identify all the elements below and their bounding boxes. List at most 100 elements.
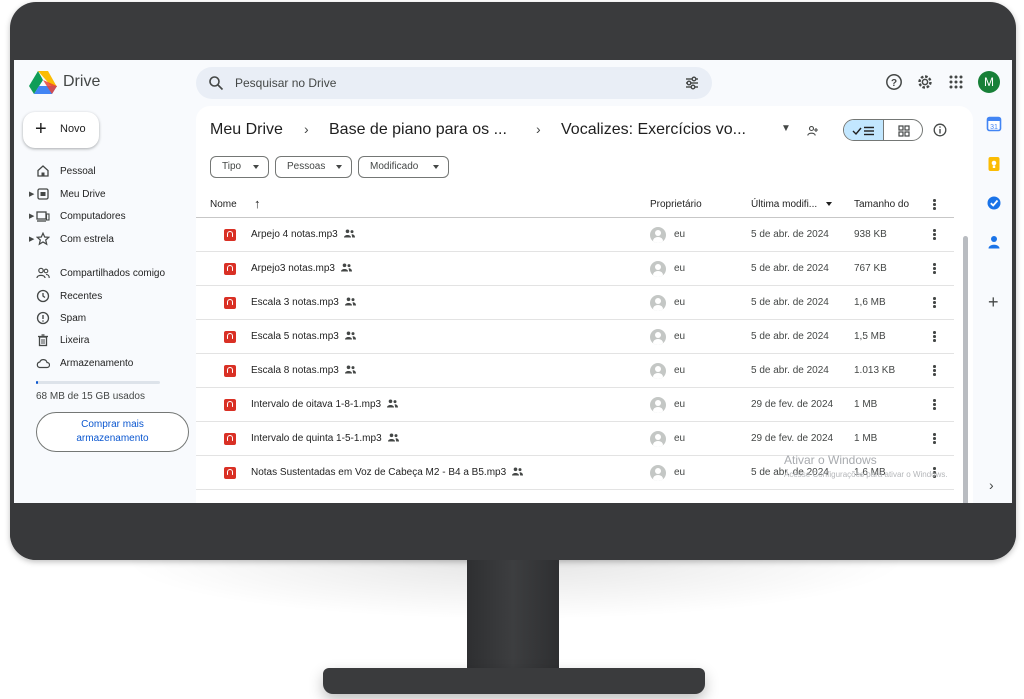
owner-avatar	[650, 431, 666, 447]
table-header: Nome ↑ Proprietário Última modifi... Tam…	[196, 190, 954, 218]
sidebar-item-spam[interactable]: Spam	[26, 309, 196, 329]
owner-name: eu	[674, 467, 686, 478]
folder-menu-arrow-icon[interactable]: ▼	[781, 123, 791, 134]
table-row[interactable]: Arpejo3 notas.mp3 eu 5 de abr. de 2024 767 …	[196, 252, 954, 286]
column-options-kebab-icon[interactable]	[933, 199, 936, 211]
file-name[interactable]: Intervalo de quinta 1-5-1.mp3	[251, 433, 399, 444]
expand-arrow-icon[interactable]: ▶	[29, 235, 34, 243]
table-row[interactable]: Intervalo de oitava 1-8-1.mp3 eu 29 de fev…	[196, 388, 954, 422]
modified-date: 5 de abr. de 2024	[751, 331, 829, 342]
buy-storage-button[interactable]: Comprar mais armazenamento	[36, 412, 189, 452]
sidebar-item-label: Spam	[60, 313, 87, 324]
file-name[interactable]: Notas Sustentadas em Voz de Cabeça M2 - …	[251, 467, 524, 478]
table-row[interactable]: Escala 5 notas.mp3 eu 5 de abr. de 2024 1,5…	[196, 320, 954, 354]
row-actions-kebab-icon[interactable]	[933, 365, 936, 377]
vertical-scrollbar[interactable]	[963, 236, 968, 503]
sidebar-item-meu-drive[interactable]: ▶ Meu Drive	[26, 185, 196, 205]
sort-arrow-down-icon[interactable]	[826, 202, 832, 206]
file-name[interactable]: Escala 8 notas.mp3	[251, 365, 356, 376]
app-name[interactable]: Drive	[63, 73, 100, 91]
sidebar-item-pessoal[interactable]: Pessoal	[26, 162, 196, 182]
share-people-icon[interactable]	[807, 125, 820, 137]
owner-name: eu	[674, 331, 686, 342]
sort-arrow-up-icon[interactable]: ↑	[254, 196, 261, 211]
view-toggle	[843, 119, 923, 141]
list-view-button[interactable]	[844, 120, 884, 140]
audio-file-icon	[224, 331, 236, 343]
audio-file-icon	[224, 229, 236, 241]
table-row[interactable]: Arpejo 4 notas.mp3 eu 5 de abr. de 2024 938…	[196, 218, 954, 252]
shared-people-icon	[343, 229, 355, 238]
column-header-size[interactable]: Tamanho do	[854, 199, 909, 210]
breadcrumb-item-base-piano[interactable]: Base de piano para os ...	[329, 121, 507, 139]
column-header-owner[interactable]: Proprietário	[650, 199, 702, 210]
info-icon[interactable]	[933, 123, 947, 137]
sidebar-item-computadores[interactable]: ▶ Computadores	[26, 207, 196, 227]
table-row[interactable]: Intervalo de quinta 1-5-1.mp3 eu 29 de fev…	[196, 422, 954, 456]
owner-avatar	[650, 227, 666, 243]
modified-date: 5 de abr. de 2024	[751, 297, 829, 308]
grid-view-button[interactable]	[884, 120, 922, 140]
sidebar-item-armazenamento[interactable]: Armazenamento	[26, 354, 196, 374]
computer-icon	[36, 211, 50, 222]
filter-chip-tipo[interactable]: Tipo	[210, 156, 269, 178]
sidebar-item-recentes[interactable]: Recentes	[26, 287, 196, 307]
help-icon[interactable]: ?	[885, 73, 903, 91]
row-actions-kebab-icon[interactable]	[933, 433, 936, 445]
file-name[interactable]: Escala 3 notas.mp3	[251, 297, 356, 308]
file-name[interactable]: Arpejo3 notas.mp3	[251, 263, 352, 274]
shared-people-icon	[344, 331, 356, 340]
search-options-icon[interactable]	[684, 75, 700, 91]
grid-icon	[898, 125, 910, 137]
monitor-stand-neck	[467, 560, 559, 676]
filter-chip-modificado[interactable]: Modificado	[358, 156, 449, 178]
tasks-icon[interactable]	[986, 195, 1002, 211]
cloud-icon	[36, 359, 50, 369]
file-size: 1,5 MB	[854, 331, 886, 342]
settings-gear-icon[interactable]	[916, 73, 934, 91]
search-icon[interactable]	[208, 75, 224, 91]
filter-chip-label: Modificado	[370, 161, 419, 172]
check-list-icon	[852, 126, 874, 136]
file-name[interactable]: Intervalo de oitava 1-8-1.mp3	[251, 399, 399, 410]
table-row[interactable]: Escala 3 notas.mp3 eu 5 de abr. de 2024 1,6…	[196, 286, 954, 320]
filter-chip-pessoas[interactable]: Pessoas	[275, 156, 352, 178]
breadcrumb-item-current-folder[interactable]: Vocalizes: Exercícios vo...	[561, 121, 746, 139]
column-header-modified[interactable]: Última modifi...	[751, 199, 817, 210]
row-actions-kebab-icon[interactable]	[933, 229, 936, 241]
audio-file-icon	[224, 297, 236, 309]
new-button[interactable]: + Novo	[23, 112, 99, 148]
search-bar[interactable]: Pesquisar no Drive	[196, 67, 712, 99]
file-size: 767 KB	[854, 263, 887, 274]
table-row[interactable]: Escala 8 notas.mp3 eu 5 de abr. de 2024 1.0…	[196, 354, 954, 388]
breadcrumb-item-meu-drive[interactable]: Meu Drive	[210, 121, 283, 139]
owner-name: eu	[674, 399, 686, 410]
add-addon-plus-icon[interactable]: +	[988, 293, 999, 311]
audio-file-icon	[224, 263, 236, 275]
file-name[interactable]: Escala 5 notas.mp3	[251, 331, 356, 342]
sidebar-item-lixeira[interactable]: Lixeira	[26, 331, 196, 351]
home-icon	[37, 165, 49, 177]
audio-file-icon	[224, 433, 236, 445]
modified-date: 29 de fev. de 2024	[751, 399, 834, 410]
row-actions-kebab-icon[interactable]	[933, 263, 936, 275]
expand-arrow-icon[interactable]: ▶	[29, 212, 34, 220]
drive-logo-icon[interactable]	[29, 70, 57, 94]
keep-icon[interactable]	[986, 156, 1002, 172]
file-name[interactable]: Arpejo 4 notas.mp3	[251, 229, 355, 240]
column-header-name[interactable]: Nome	[210, 199, 237, 210]
expand-panel-chevron-icon[interactable]: ›	[989, 478, 994, 492]
account-avatar[interactable]: M	[978, 71, 1000, 93]
calendar-icon[interactable]: 31	[986, 116, 1002, 132]
search-input[interactable]: Pesquisar no Drive	[235, 76, 336, 90]
row-actions-kebab-icon[interactable]	[933, 331, 936, 343]
row-actions-kebab-icon[interactable]	[933, 399, 936, 411]
owner-name: eu	[674, 263, 686, 274]
apps-grid-icon[interactable]	[947, 73, 965, 91]
row-actions-kebab-icon[interactable]	[933, 297, 936, 309]
expand-arrow-icon[interactable]: ▶	[29, 190, 34, 198]
sidebar-item-compartilhados[interactable]: Compartilhados comigo	[26, 264, 196, 284]
contacts-icon[interactable]	[986, 234, 1002, 250]
sidebar-item-com-estrela[interactable]: ▶ Com estrela	[26, 230, 196, 250]
file-name-text: Intervalo de quinta 1-5-1.mp3	[251, 433, 382, 444]
